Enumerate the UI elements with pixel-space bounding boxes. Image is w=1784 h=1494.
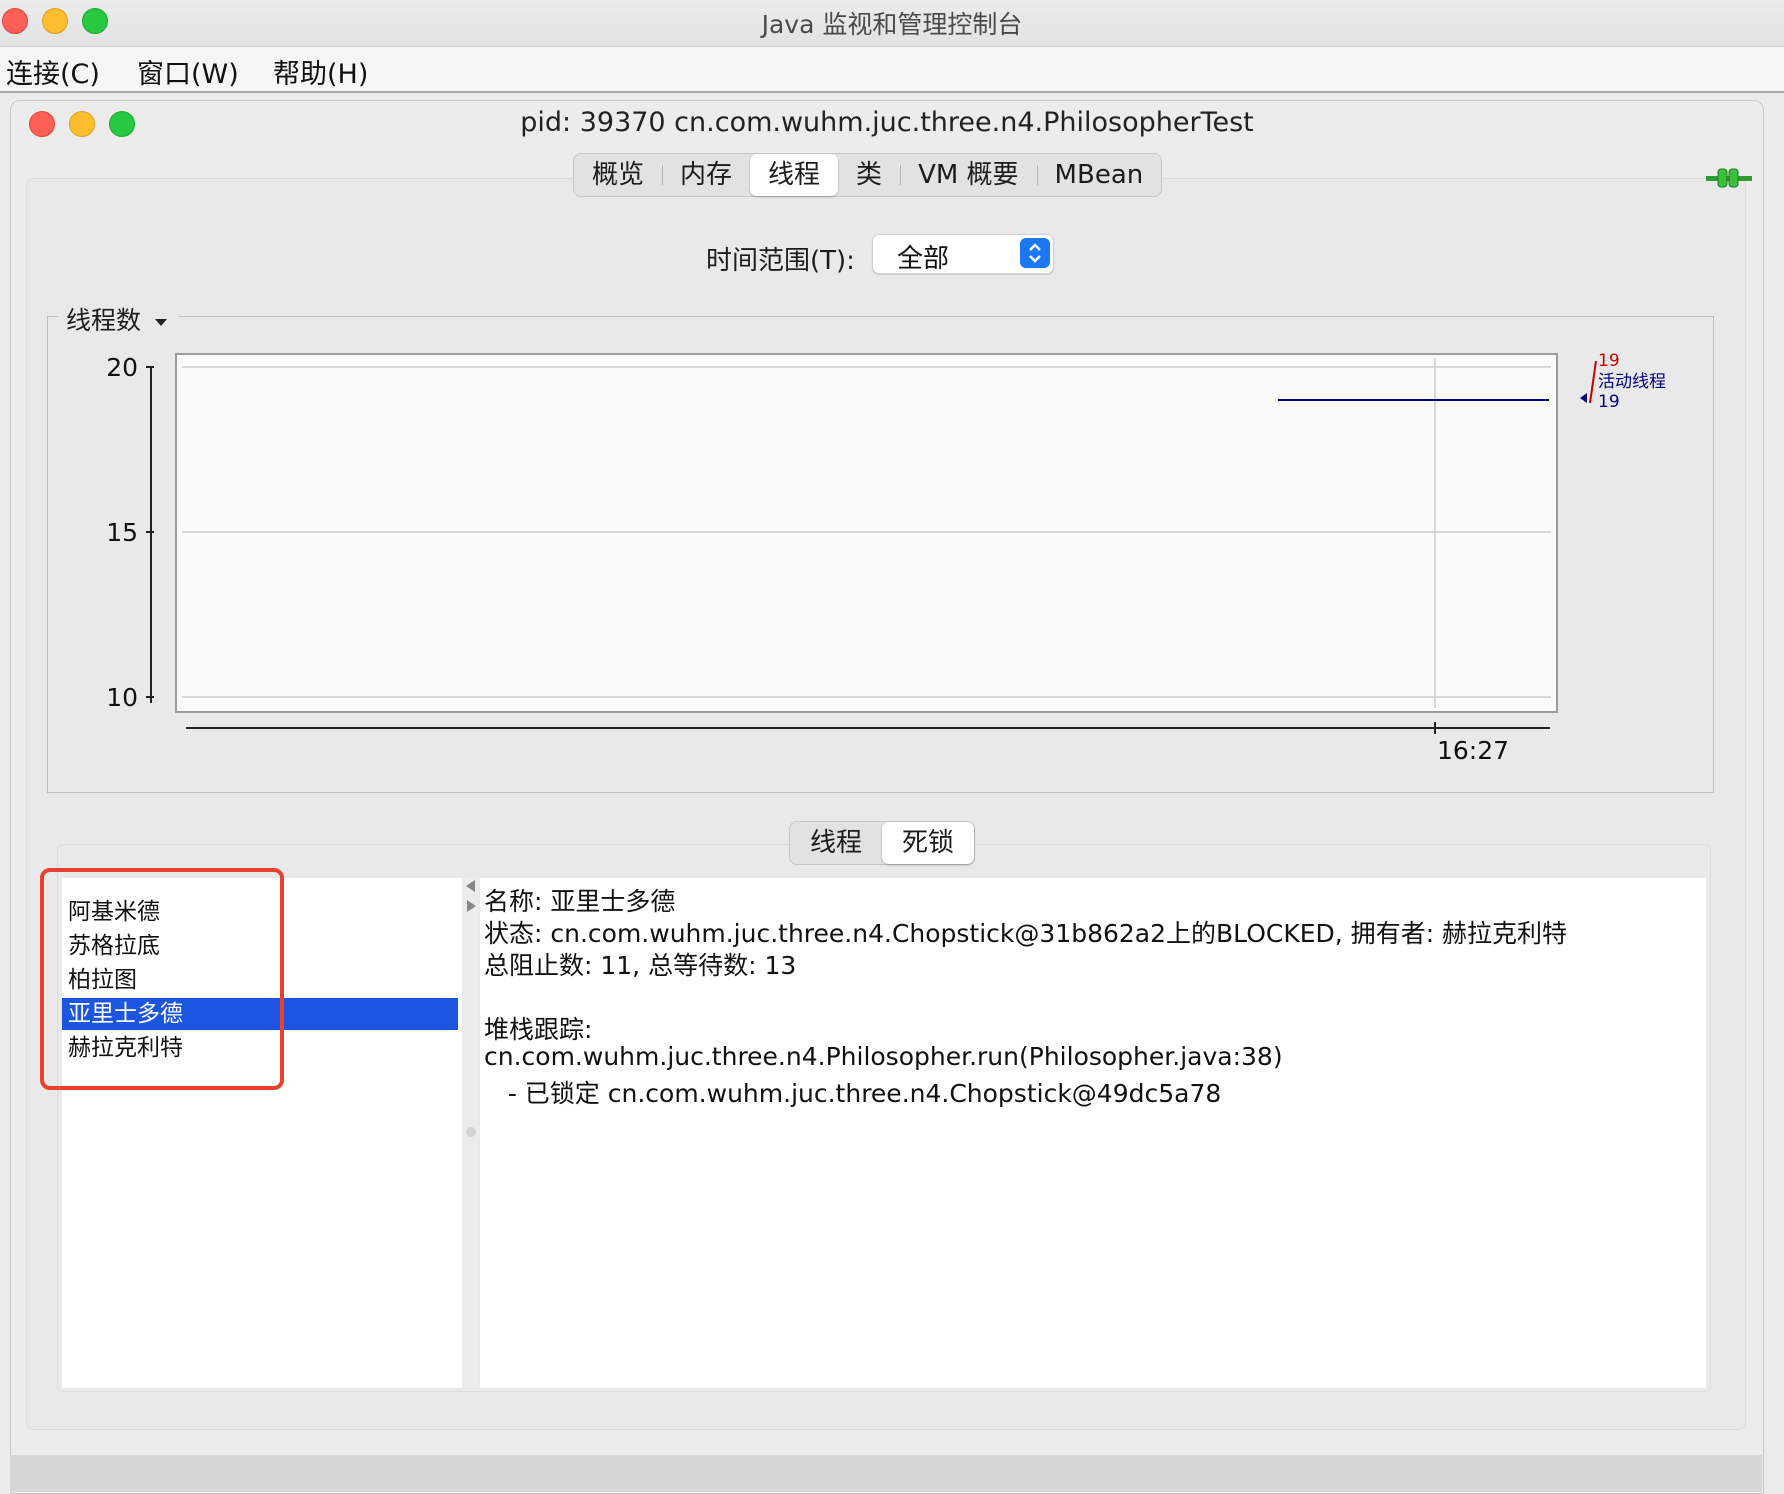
- chevron-down-icon: [155, 318, 168, 326]
- thread-count-chart: 20 15 10 16:27: [106, 353, 1558, 765]
- menu-window[interactable]: 窗口(W): [137, 52, 239, 91]
- time-range-select[interactable]: 全部: [872, 234, 1054, 274]
- thread-state-line: 状态: cn.com.wuhm.juc.three.n4.Chopstick@3…: [484, 919, 1568, 948]
- stack-frame-line: cn.com.wuhm.juc.three.n4.Philosopher.run…: [484, 1042, 1283, 1071]
- tab-deadlock[interactable]: 死锁: [882, 822, 975, 864]
- live-marker-arrow: [1580, 393, 1587, 403]
- main-tab-bar: 概览 内存 线程 类 VM 概要 MBean: [573, 153, 1163, 197]
- collapse-left-icon[interactable]: [466, 880, 475, 892]
- y-tick-label: 10: [106, 683, 138, 712]
- legend-series-name: 活动线程: [1598, 372, 1666, 392]
- peak-value-label: 19: [1598, 351, 1620, 371]
- tab-thread-list[interactable]: 线程: [790, 822, 882, 864]
- plot-area: [175, 353, 1558, 713]
- x-tick-label: 16:27: [1437, 736, 1509, 765]
- time-range-label: 时间范围(T):: [706, 246, 855, 276]
- chart-title: 线程数: [66, 306, 142, 335]
- thread-name-line: 名称: 亚里士多德: [484, 887, 676, 916]
- window-bottom-strip: [10, 1455, 1762, 1492]
- window-title: pid: 39370 cn.com.wuhm.juc.three.n4.Phil…: [520, 107, 1254, 138]
- app-titlebar: Java 监视和管理控制台: [0, 0, 1784, 47]
- connection-plug-icon: [1706, 168, 1752, 188]
- split-pane-divider[interactable]: [463, 878, 479, 1388]
- tab-threads[interactable]: 线程: [750, 154, 839, 196]
- thread-counts-line: 总阻止数: 11, 总等待数: 13: [484, 951, 797, 980]
- y-tick-label: 15: [106, 518, 138, 547]
- tab-vm-summary[interactable]: VM 概要: [900, 154, 1036, 196]
- tab-mbean[interactable]: MBean: [1036, 154, 1162, 196]
- stack-trace-label: 堆栈跟踪:: [484, 1015, 593, 1044]
- chart-selector[interactable]: 线程数: [58, 301, 180, 337]
- menu-connection[interactable]: 连接(C): [6, 52, 100, 91]
- select-arrows-icon: [1020, 238, 1050, 268]
- menu-help[interactable]: 帮助(H): [273, 52, 368, 91]
- chart-legend: 19活动线程19: [1580, 351, 1666, 412]
- tab-memory[interactable]: 内存: [662, 154, 750, 196]
- menu-bar: 连接(C) 窗口(W) 帮助(H): [0, 47, 1784, 93]
- tab-overview[interactable]: 概览: [574, 154, 662, 196]
- y-tick-label: 20: [106, 353, 138, 382]
- legend-series-value: 19: [1598, 392, 1620, 412]
- lock-line: - 已锁定 cn.com.wuhm.juc.three.n4.Chopstick…: [484, 1079, 1222, 1108]
- sub-tab-bar: 线程 死锁: [789, 821, 976, 865]
- annotation-highlight-box: [40, 868, 284, 1090]
- scroll-knob[interactable]: [466, 1127, 476, 1137]
- app-title: Java 监视和管理控制台: [761, 10, 1023, 39]
- time-range-value: 全部: [897, 244, 950, 274]
- expand-right-icon[interactable]: [467, 900, 476, 912]
- thread-details-text: 名称: 亚里士多德 状态: cn.com.wuhm.juc.three.n4.C…: [480, 878, 1706, 1388]
- tab-classes[interactable]: 类: [838, 154, 900, 196]
- peak-marker-line: [1589, 360, 1597, 404]
